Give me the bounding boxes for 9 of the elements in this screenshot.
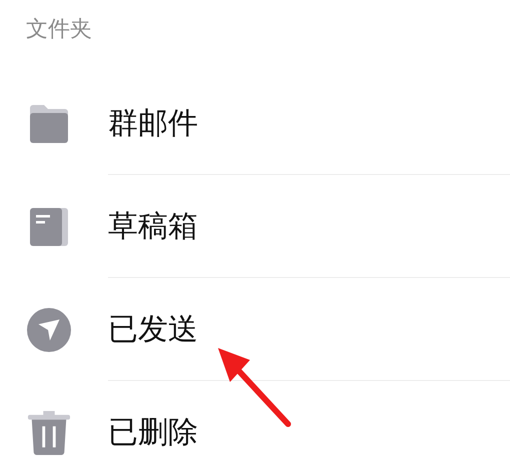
- folder-item[interactable]: 已发送: [108, 308, 198, 350]
- folder-item[interactable]: 已删除: [108, 412, 198, 453]
- trash-icon: [27, 410, 71, 456]
- document-icon: [27, 206, 71, 248]
- folder-icon: [27, 102, 71, 144]
- folder-item[interactable]: 群邮件: [108, 102, 198, 144]
- folder-item[interactable]: 草稿箱: [108, 206, 198, 246]
- paper-plane-icon: [27, 306, 71, 352]
- section-title: 文件夹: [26, 17, 92, 42]
